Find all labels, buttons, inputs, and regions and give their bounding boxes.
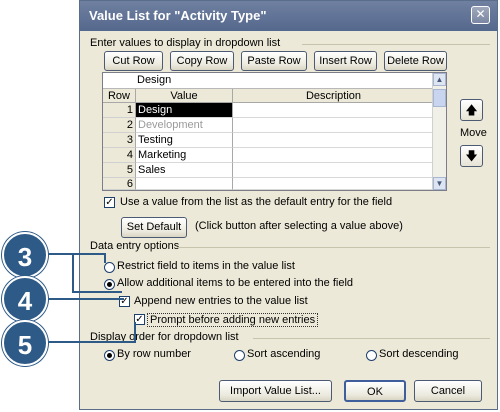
description-cell[interactable]	[233, 103, 434, 118]
description-cell[interactable]	[233, 148, 434, 163]
value-cell[interactable]: Development	[136, 118, 233, 133]
value-cell[interactable]: Sales	[136, 163, 233, 178]
use-default-label: Use a value from the list as the default…	[120, 196, 393, 208]
value-cell[interactable]: Marketing	[136, 148, 233, 163]
column-header-description: Description	[233, 89, 434, 103]
order-row-number-label: By row number	[117, 348, 191, 360]
set-default-button[interactable]: Set Default	[121, 217, 187, 238]
callout-line	[134, 322, 136, 343]
row-number: 1	[103, 103, 136, 118]
insert-row-button[interactable]: Insert Row	[314, 51, 377, 71]
restrict-radio[interactable]	[104, 262, 115, 273]
move-label: Move	[460, 127, 487, 139]
section-divider	[178, 247, 490, 248]
value-cell[interactable]: Design	[136, 103, 233, 118]
close-button[interactable]: ✕	[471, 6, 490, 24]
set-default-hint: (Click button after selecting a value ab…	[195, 220, 403, 232]
cancel-button[interactable]: Cancel	[414, 380, 482, 402]
allow-label: Allow additional items to be entered int…	[117, 277, 354, 289]
order-ascending-label: Sort ascending	[247, 348, 321, 360]
prompt-label: Prompt before adding new entries	[147, 313, 319, 327]
move-up-button[interactable]: 🡅	[460, 99, 483, 121]
description-cell[interactable]	[233, 118, 434, 133]
order-descending-radio[interactable]	[366, 350, 377, 361]
callout-line	[72, 291, 122, 293]
grid-scrollbar[interactable]: ▲ ▼	[432, 73, 446, 190]
value-cell[interactable]	[136, 178, 233, 190]
description-cell[interactable]	[233, 133, 434, 148]
import-value-list-button[interactable]: Import Value List...	[219, 380, 332, 402]
section-divider	[302, 44, 490, 45]
title-bar[interactable]: Value List for "Activity Type" ✕	[80, 1, 497, 31]
chevron-up-icon: ▲	[435, 75, 444, 84]
order-row-number-radio[interactable]	[104, 350, 115, 361]
append-label: Append new entries to the value list	[134, 295, 308, 307]
restrict-label: Restrict field to items in the value lis…	[117, 260, 295, 272]
row-number: 5	[103, 163, 136, 178]
scroll-down-button[interactable]: ▼	[433, 177, 446, 190]
column-header-value: Value	[136, 89, 233, 103]
callout-line	[48, 341, 136, 343]
checkmark-icon: ✓	[135, 314, 144, 325]
chevron-down-icon: ▼	[435, 179, 444, 188]
callout-badge-5: 5	[2, 320, 48, 366]
delete-row-button[interactable]: Delete Row	[384, 51, 447, 71]
data-entry-label: Data entry options	[90, 240, 180, 252]
callout-line	[72, 253, 74, 293]
callout-line	[48, 253, 106, 255]
callout-line	[104, 253, 106, 263]
value-grid[interactable]: Design Row Value Description 1 Design 2 …	[102, 72, 447, 191]
move-down-button[interactable]: 🡇	[460, 145, 483, 167]
row-number: 3	[103, 133, 136, 148]
dialog-title: Value List for "Activity Type"	[89, 8, 267, 23]
description-cell[interactable]	[233, 163, 434, 178]
column-header-row: Row	[103, 89, 136, 103]
copy-row-button[interactable]: Copy Row	[170, 51, 234, 71]
callout-badge-3: 3	[2, 232, 48, 278]
callout-badge-4: 4	[2, 276, 48, 322]
values-section-label: Enter values to display in dropdown list	[90, 37, 281, 49]
use-default-checkbox[interactable]: ✓	[104, 197, 115, 208]
cut-row-button[interactable]: Cut Row	[104, 51, 163, 71]
row-number: 6	[103, 178, 136, 190]
grid-edit-bar[interactable]: Design	[103, 73, 434, 89]
grid-edit-value: Design	[137, 74, 172, 86]
description-cell[interactable]	[233, 178, 434, 190]
checkmark-icon: ✓	[105, 197, 114, 208]
scroll-up-button[interactable]: ▲	[433, 73, 446, 86]
paste-row-button[interactable]: Paste Row	[241, 51, 307, 71]
order-descending-label: Sort descending	[379, 348, 459, 360]
scroll-thumb[interactable]	[433, 89, 446, 107]
section-divider	[253, 338, 490, 339]
arrow-down-icon: 🡇	[465, 149, 478, 163]
order-ascending-radio[interactable]	[234, 350, 245, 361]
arrow-up-icon: 🡅	[465, 103, 478, 117]
value-cell[interactable]: Testing	[136, 133, 233, 148]
row-number: 4	[103, 148, 136, 163]
allow-radio[interactable]	[104, 279, 115, 290]
callout-line	[48, 298, 124, 300]
ok-button[interactable]: OK	[344, 380, 406, 402]
close-icon: ✕	[475, 7, 486, 21]
row-number: 2	[103, 118, 136, 133]
